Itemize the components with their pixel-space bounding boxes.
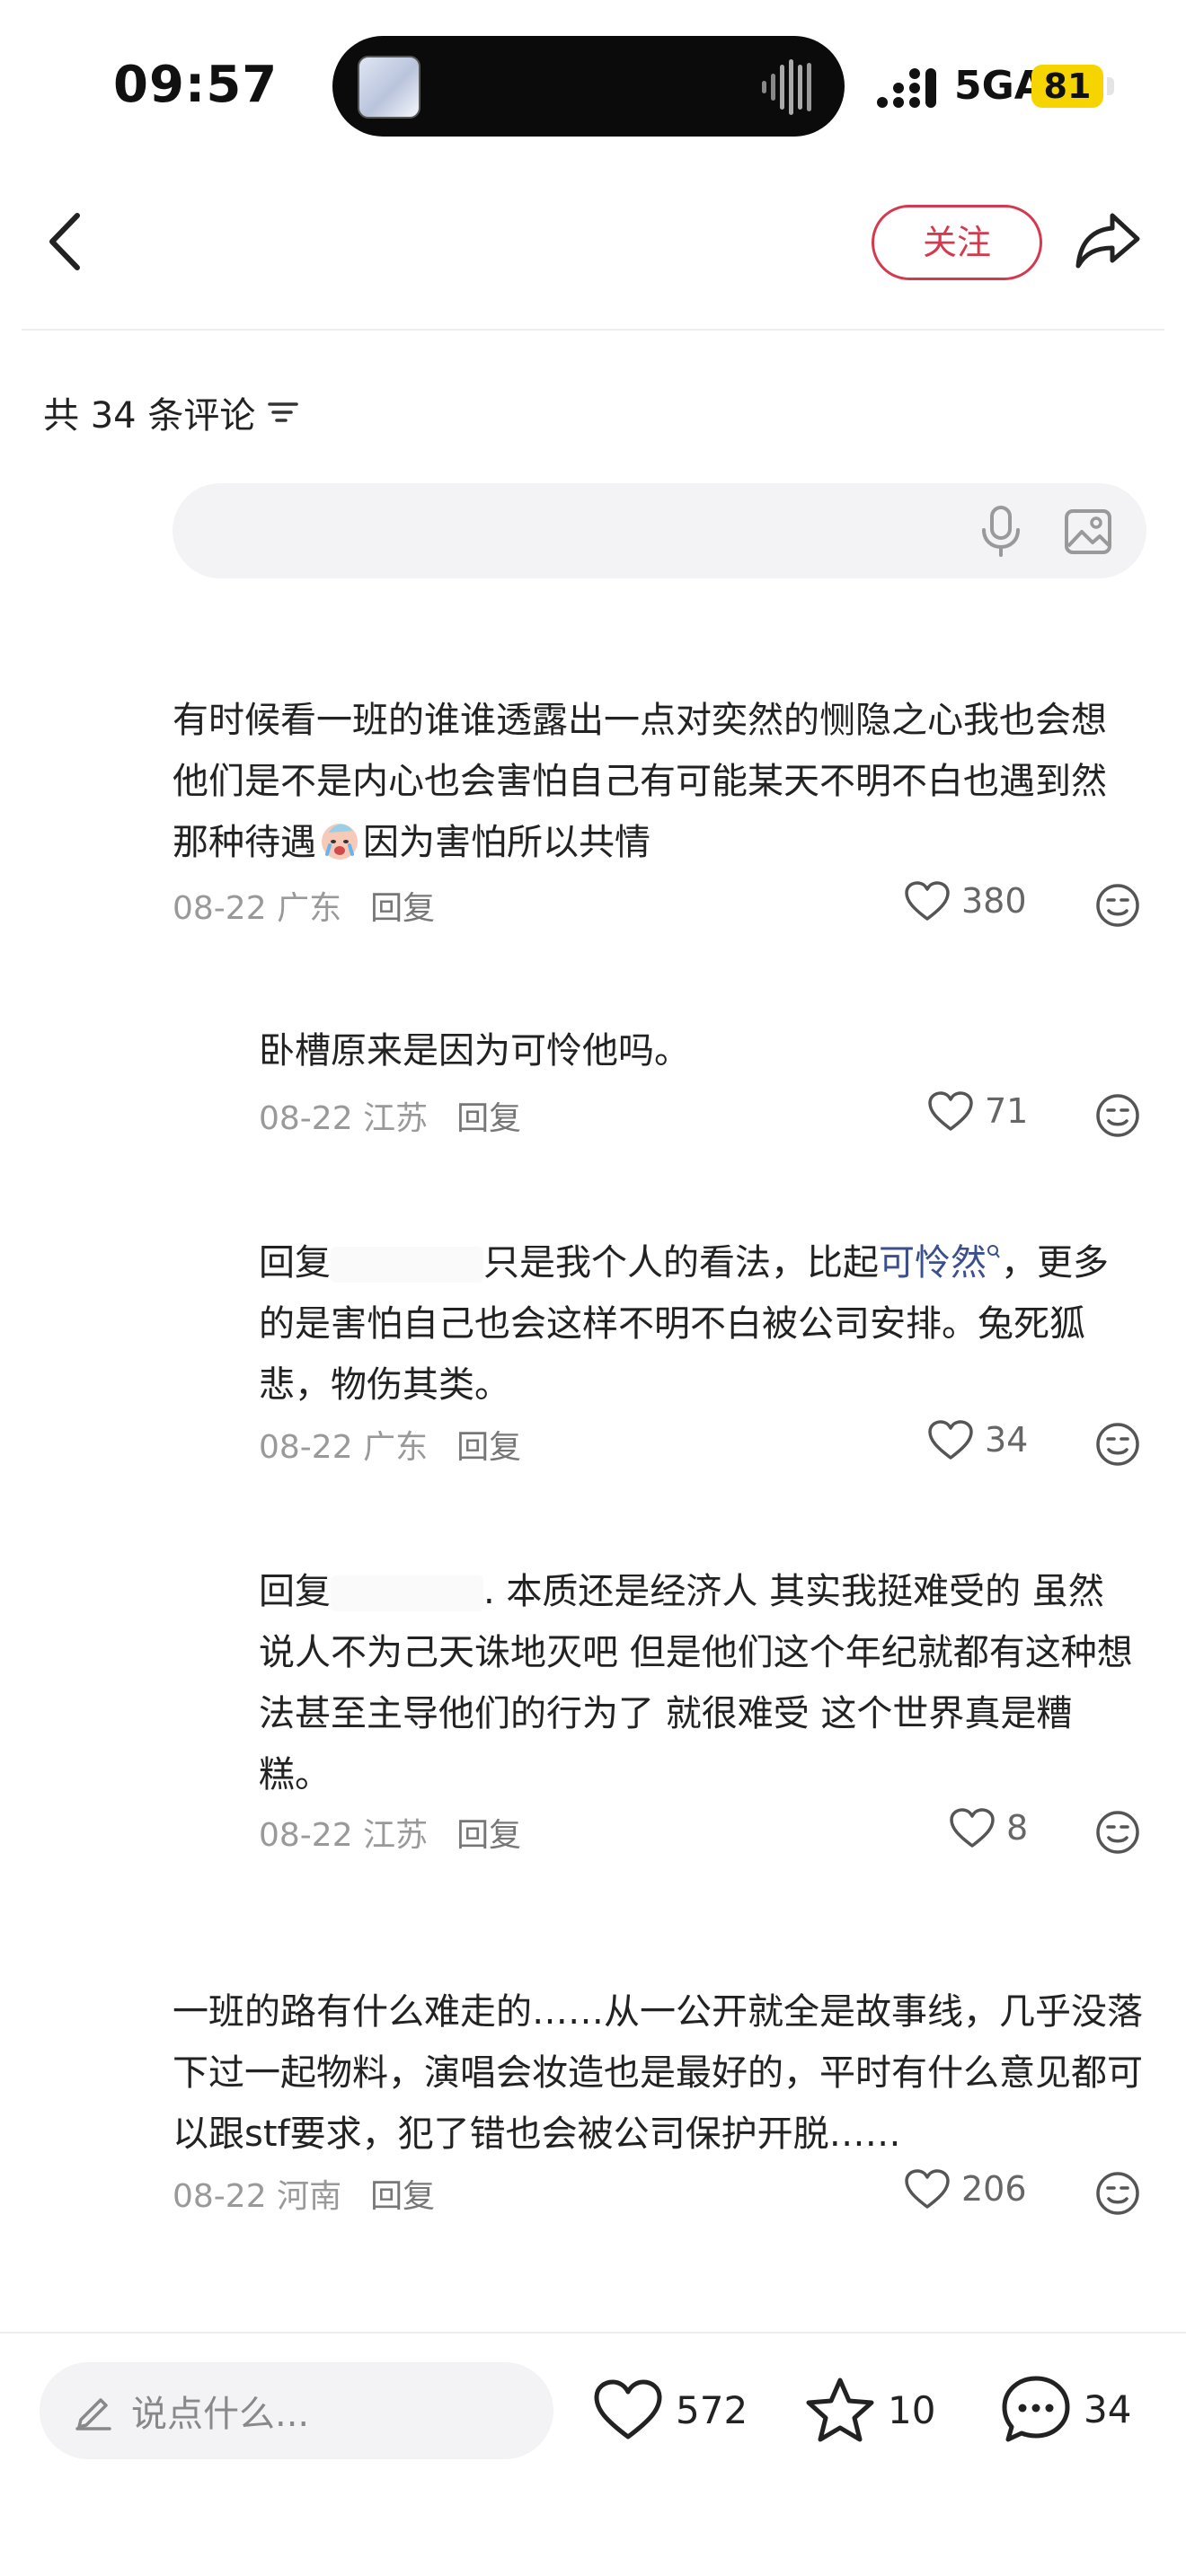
post-comment-count: 34 [1084,2386,1132,2431]
emoji-icon[interactable] [1094,1809,1141,1856]
back-icon[interactable] [47,210,83,273]
comment-date-region: 08-22 江苏 [259,1100,429,1137]
image-icon[interactable] [1064,508,1112,555]
post-favorite-count: 10 [888,2387,936,2432]
emoji-icon[interactable] [1094,2170,1141,2217]
island-avatar [358,56,420,119]
battery-level: 81 [1031,65,1103,108]
reply-button[interactable]: 回复 [370,882,435,929]
comment-like[interactable]: 34 [927,1419,1028,1460]
comment-meta: 08-22 河南 回复 [173,2170,435,2217]
audio-wave-icon [762,59,811,115]
comment-meta: 08-22 江苏 回复 [259,1809,521,1856]
mention-link[interactable]: 可怜然 [879,1242,987,1284]
sort-icon[interactable] [268,399,299,426]
comment-text: 有时候看一班的谁谁透露出一点对奕然的恻隐之心我也会想他们是不是内心也会害怕自己有… [173,700,1107,863]
pencil-icon [75,2398,111,2430]
post-like-button[interactable]: 572 [593,2378,748,2441]
redacted-username [331,1575,483,1611]
comment-text: 卧槽原来是因为可怜他吗。 [259,1030,690,1072]
bottom-divider [0,2332,1186,2333]
emoji-icon[interactable] [1094,882,1141,929]
comment-meta: 08-22 广东 回复 [259,1421,521,1468]
battery-tip [1107,77,1114,95]
heart-icon[interactable] [949,1807,996,1848]
post-like-count: 572 [676,2387,748,2432]
heart-icon[interactable] [593,2378,663,2441]
comment-date-region: 08-22 广东 [173,890,342,927]
comment-text: 一班的路有什么难走的……从一公开就全是故事线，几乎没落下过一起物料，演唱会妆造也… [173,1991,1143,2155]
crying-emoji-icon [322,824,358,860]
post-favorite-button[interactable]: 10 [805,2377,935,2443]
status-time: 09:57 [113,56,279,114]
header-divider [22,329,1164,331]
share-icon[interactable] [1075,208,1141,271]
post-comment-button[interactable]: 34 [1001,2375,1131,2443]
like-count: 206 [961,2169,1027,2209]
like-count: 8 [1006,1808,1029,1848]
say-placeholder: 说点什么... [131,2394,310,2435]
emoji-icon[interactable] [1094,1421,1141,1468]
comment-text: 回复. 本质还是经济人 其实我挺难受的 虽然说人不为己天诛地灭吧 但是他们这个年… [259,1571,1133,1795]
heart-icon[interactable] [904,2168,951,2210]
comment-like[interactable]: 71 [927,1090,1028,1132]
comment-date-region: 08-22 广东 [259,1429,429,1466]
like-count: 380 [961,881,1027,921]
mic-icon[interactable] [979,505,1022,557]
signal-icon [877,68,936,108]
reply-button[interactable]: 回复 [370,2170,435,2217]
reply-button[interactable]: 回复 [456,1809,521,1856]
redacted-username [331,1247,483,1283]
follow-button[interactable]: 关注 [872,205,1042,280]
comment-like[interactable]: 380 [904,880,1027,922]
comment-bubble-icon[interactable] [1001,2375,1071,2443]
comment-date-region: 08-22 河南 [173,2178,342,2215]
comment-like[interactable]: 206 [904,2168,1027,2210]
comment-like[interactable]: 8 [949,1807,1028,1848]
comment-date-region: 08-22 江苏 [259,1817,429,1854]
heart-icon[interactable] [904,880,951,922]
comment-meta: 08-22 广东 回复 [173,882,435,929]
search-icon[interactable] [987,1244,1001,1262]
reply-button[interactable]: 回复 [456,1421,521,1468]
star-icon[interactable] [805,2377,875,2443]
comment-text: 回复 只是我个人的看法，比起可怜然 ，更多的是害怕自己也会这样不明不白被公司安排。兔… [259,1242,1109,1406]
emoji-icon[interactable] [1094,1092,1141,1139]
heart-icon[interactable] [927,1090,974,1132]
say-something-input[interactable]: 说点什么... [40,2362,553,2459]
comment-meta: 08-22 江苏 回复 [259,1092,521,1139]
like-count: 71 [985,1091,1029,1131]
comments-count-row[interactable]: 共 34 条评论 [43,386,299,438]
heart-icon[interactable] [927,1419,974,1460]
comments-count: 共 34 条评论 [43,395,256,437]
like-count: 34 [985,1420,1029,1460]
reply-button[interactable]: 回复 [456,1092,521,1139]
